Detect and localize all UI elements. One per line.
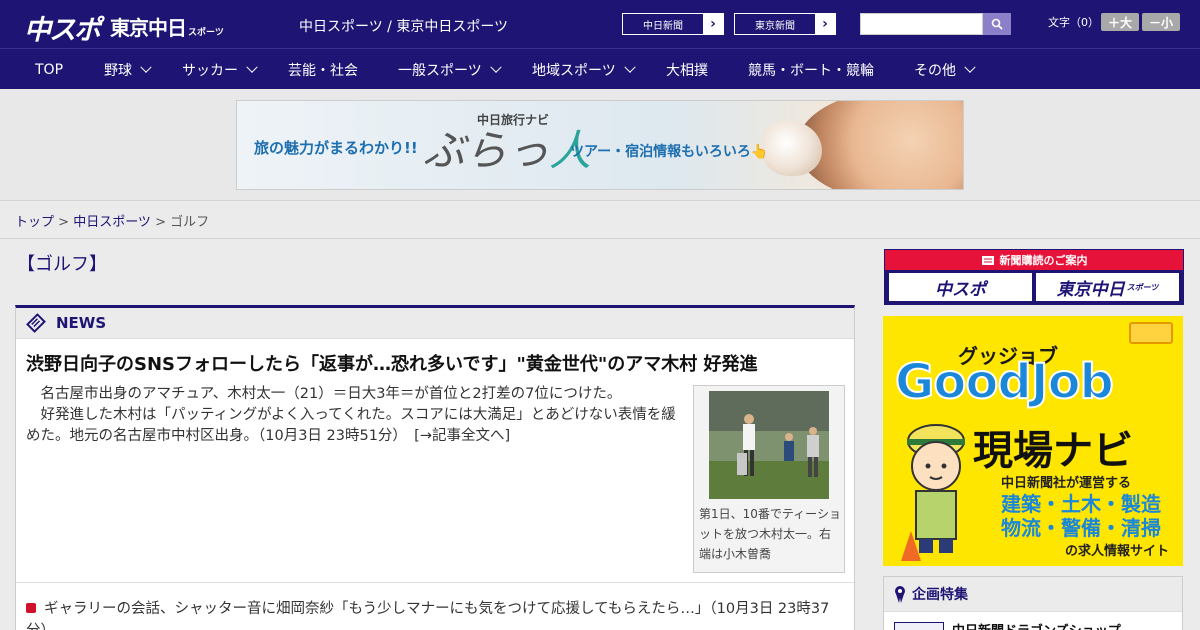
news-section: NEWS 渋野日向子のSNSフォローしたら「返事が…恐れ多いです」"黄金世代"の… — [15, 305, 855, 630]
news-list-item[interactable]: ギャラリーの会話、シャッター音に畑岡奈紗「もう少しマナーにも気をつけて応援しても… — [26, 598, 846, 630]
banner-main-text: ぶらっ人 — [423, 117, 591, 178]
nav-item-sumo[interactable]: 大相撲 — [666, 49, 708, 90]
font-size-label: 文字（0） — [1048, 16, 1099, 29]
divider — [16, 582, 854, 583]
article-body: 名古屋市出身のアマチュア、木村太一（21）＝日大3年＝が首位と2打差の7位につけ… — [26, 384, 684, 447]
news-header: NEWS — [16, 308, 854, 339]
nav-item-soccer[interactable]: サッカー — [182, 49, 258, 90]
special-feature-header: 企画特集 — [884, 577, 1182, 612]
nav-item-label: その他 — [914, 62, 956, 79]
news-label: NEWS — [56, 314, 107, 332]
breadcrumb-top-link[interactable]: トップ — [15, 215, 54, 230]
ribbon-icon — [895, 586, 905, 603]
subscribe-tokyo-chunichi-sub: スポーツ — [1126, 282, 1159, 292]
worker-character-icon — [901, 424, 965, 561]
banner-left-text: 旅の魅力がまるわかり!! — [254, 139, 418, 157]
banner-main-pre: ぶらっ — [423, 126, 550, 175]
font-smaller-button[interactable]: －小 — [1142, 13, 1180, 31]
chunichi-shimbun-button[interactable]: 中日新聞 › — [622, 13, 724, 35]
nav-item-top[interactable]: TOP — [35, 49, 63, 90]
nav-item-baseball[interactable]: 野球 — [104, 49, 152, 90]
article-paragraph[interactable]: 好発進した木村は「パッティングがよく入ってくれた。スコアには大満足」とあどけない… — [26, 405, 684, 447]
special-feature-thumb — [894, 621, 944, 630]
special-feature-header-text: 企画特集 — [912, 587, 968, 603]
tokyo-chunichi-logo[interactable]: 東京中日 スポーツ — [110, 12, 224, 41]
chevron-down-icon — [140, 61, 152, 73]
font-larger-button[interactable]: ＋大 — [1101, 13, 1139, 31]
tokyo-shimbun-label: 東京新聞 — [755, 20, 795, 32]
breadcrumb-separator: > — [54, 215, 74, 230]
article-paragraph: 名古屋市出身のアマチュア、木村太一（21）＝日大3年＝が首位と2打差の7位につけ… — [40, 386, 622, 402]
goodjob-title: GoodJob — [894, 353, 1115, 411]
search-input[interactable] — [860, 13, 983, 35]
nav-item-label: 芸能・社会 — [288, 62, 358, 79]
chevron-down-icon — [624, 61, 636, 73]
nav-item-entertainment[interactable]: 芸能・社会 — [288, 49, 358, 90]
main-nav: TOP 野球 サッカー 芸能・社会 一般スポーツ 地域スポーツ 大相撲 競馬・ボ… — [0, 48, 1200, 89]
nav-item-label: 大相撲 — [666, 62, 708, 79]
travel-navi-banner[interactable]: 旅の魅力がまるわかり!! 中日旅行ナビ ぶらっ人 ツアー・宿泊情報もいろいろ👆 — [236, 100, 964, 190]
special-feature-item[interactable]: 中日新聞ドラゴンズショップ — [894, 620, 1121, 630]
subscribe-chuspo-link[interactable]: 中スポ — [889, 273, 1032, 301]
chuspo-logo[interactable]: 中スポ — [24, 8, 101, 47]
nav-item-local-sports[interactable]: 地域スポーツ — [532, 49, 636, 90]
bullet-icon — [26, 603, 36, 613]
banner-area: 旅の魅力がまるわかり!! 中日旅行ナビ ぶらっ人 ツアー・宿泊情報もいろいろ👆 — [0, 89, 1200, 200]
article-photo[interactable] — [709, 391, 829, 499]
subscription-header-text: 新聞購読のご案内 — [999, 254, 1088, 267]
search-icon — [991, 18, 1003, 30]
photo-caption: 第1日、10番でティーショットを放つ木村太一。右端は小木曽喬 — [699, 507, 841, 561]
chevron-right-icon: › — [815, 14, 835, 34]
truck-icon — [1129, 322, 1173, 344]
nav-item-label: 一般スポーツ — [398, 62, 482, 79]
site-links[interactable]: 中日スポーツ / 東京中日スポーツ — [299, 16, 508, 36]
search-button[interactable] — [983, 13, 1011, 35]
tokyo-shimbun-button[interactable]: 東京新聞 › — [734, 13, 836, 35]
goodjob-ad[interactable]: グッジョブ GoodJob 現場ナビ 中日新聞社が運営する 建築・土木・製造 物… — [883, 316, 1183, 566]
chevron-down-icon — [490, 61, 502, 73]
nav-item-label: サッカー — [182, 62, 238, 79]
breadcrumb-separator: > — [150, 215, 171, 230]
breadcrumb-chuspo-link[interactable]: 中日スポーツ — [73, 215, 151, 230]
goodjob-line4: の求人情報サイト — [1065, 544, 1170, 559]
banner-woman-image — [797, 101, 963, 189]
nav-item-general-sports[interactable]: 一般スポーツ — [398, 49, 502, 90]
subscription-box: 新聞購読のご案内 中スポ 東京中日 スポーツ — [884, 249, 1184, 305]
news-list-item-text: ギャラリーの会話、シャッター音に畑岡奈紗「もう少しマナーにも気をつけて応援しても… — [26, 601, 830, 630]
special-feature-box: 企画特集 中日新聞ドラゴンズショップ — [883, 576, 1183, 630]
breadcrumb: トップ > 中日スポーツ > ゴルフ — [0, 200, 1200, 239]
nav-item-racing[interactable]: 競馬・ボート・競輪 — [748, 49, 874, 90]
subscription-header: 新聞購読のご案内 — [885, 250, 1183, 270]
subscription-logos: 中スポ 東京中日 スポーツ — [885, 270, 1183, 304]
article-title[interactable]: 渋野日向子のSNSフォローしたら「返事が…恐れ多いです」"黄金世代"のアマ木村 … — [26, 350, 757, 376]
top-bar: 中スポ 東京中日 スポーツ 中日スポーツ / 東京中日スポーツ 中日新聞 › 東京… — [0, 0, 1200, 48]
goodjob-line3: 物流・警備・清掃 — [1001, 516, 1161, 540]
newspaper-icon — [26, 313, 46, 333]
newspaper-icon — [981, 255, 994, 265]
nav-item-label: TOP — [35, 61, 64, 78]
nav-item-label: 野球 — [104, 62, 132, 79]
subscribe-tokyo-chunichi-text: 東京中日 — [1056, 279, 1125, 300]
article-photo-box: 第1日、10番でティーショットを放つ木村太一。右端は小木曽喬 — [693, 385, 845, 573]
page-title: 【ゴルフ】 — [17, 254, 107, 275]
chunichi-shimbun-label: 中日新聞 — [643, 20, 683, 32]
goodjob-genba: 現場ナビ — [973, 428, 1133, 474]
banner-right-text: ツアー・宿泊情報もいろいろ👆 — [570, 144, 769, 160]
subscribe-tokyo-chunichi-link[interactable]: 東京中日 スポーツ — [1036, 273, 1179, 301]
golfer-photo-illustration — [709, 391, 829, 499]
breadcrumb-current: ゴルフ — [170, 215, 210, 230]
special-feature-item-label: 中日新聞ドラゴンズショップ — [952, 620, 1121, 630]
nav-item-label: 地域スポーツ — [532, 62, 616, 79]
tokyo-chunichi-logo-text: 東京中日 — [110, 16, 187, 40]
nav-item-other[interactable]: その他 — [914, 49, 976, 90]
nav-item-label: 競馬・ボート・競輪 — [748, 62, 874, 79]
chevron-down-icon — [246, 61, 258, 73]
chevron-right-icon: › — [703, 14, 723, 34]
tokyo-chunichi-logo-sub: スポーツ — [188, 28, 224, 38]
chevron-down-icon — [964, 61, 976, 73]
